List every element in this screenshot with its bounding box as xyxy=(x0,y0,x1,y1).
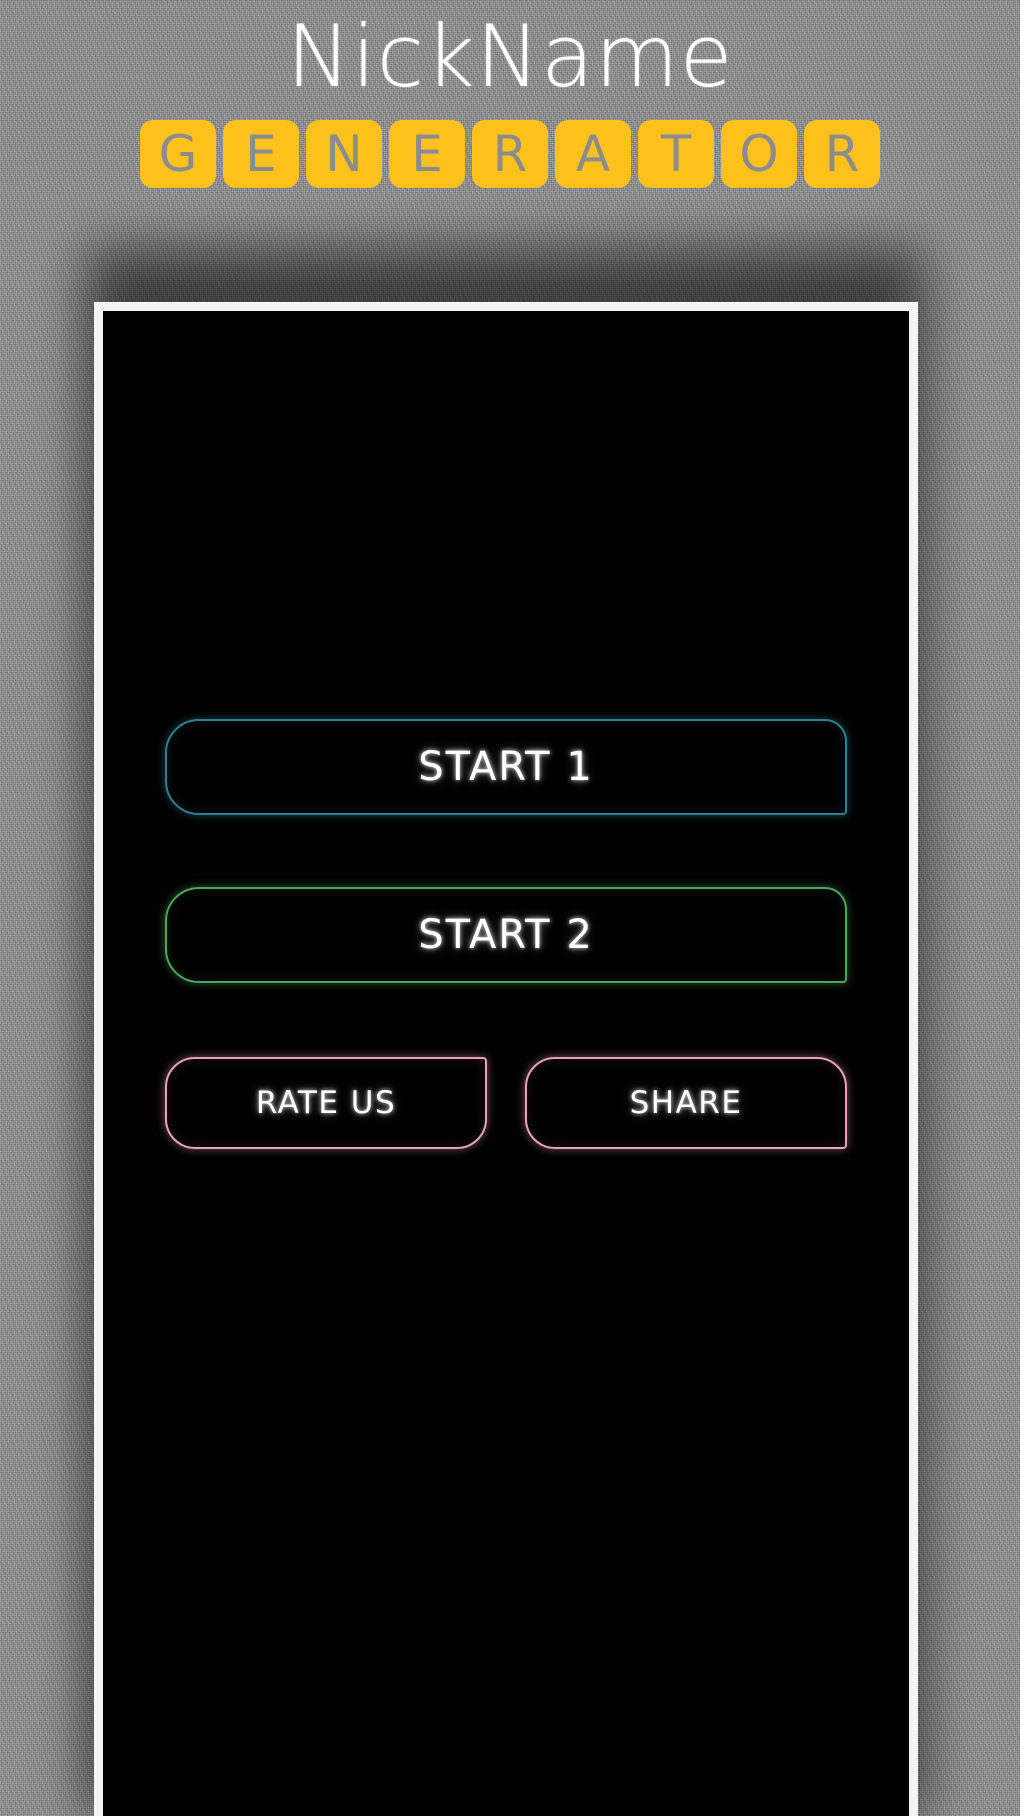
generator-word-tiles: G E N E R A T O R xyxy=(0,120,1020,188)
letter-tile: R xyxy=(472,120,548,188)
start-2-button[interactable]: START 2 xyxy=(165,887,847,983)
phone-frame: START 1 START 2 RATE US SHARE xyxy=(94,302,918,1816)
letter-tile: O xyxy=(721,120,797,188)
main-menu-buttons: START 1 START 2 RATE US SHARE xyxy=(103,719,909,1149)
page-title: NickName xyxy=(286,7,734,107)
start-1-button[interactable]: START 1 xyxy=(165,719,847,815)
app-header: NickName G E N E R A T O R xyxy=(0,0,1020,188)
letter-tile: N xyxy=(306,120,382,188)
secondary-button-row: RATE US SHARE xyxy=(165,1057,847,1149)
phone-screen: START 1 START 2 RATE US SHARE xyxy=(103,311,909,1816)
letter-tile: R xyxy=(804,120,880,188)
rate-us-button[interactable]: RATE US xyxy=(165,1057,487,1149)
letter-tile: T xyxy=(638,120,714,188)
letter-tile: G xyxy=(140,120,216,188)
letter-tile: E xyxy=(389,120,465,188)
share-button[interactable]: SHARE xyxy=(525,1057,847,1149)
letter-tile: A xyxy=(555,120,631,188)
letter-tile: E xyxy=(223,120,299,188)
